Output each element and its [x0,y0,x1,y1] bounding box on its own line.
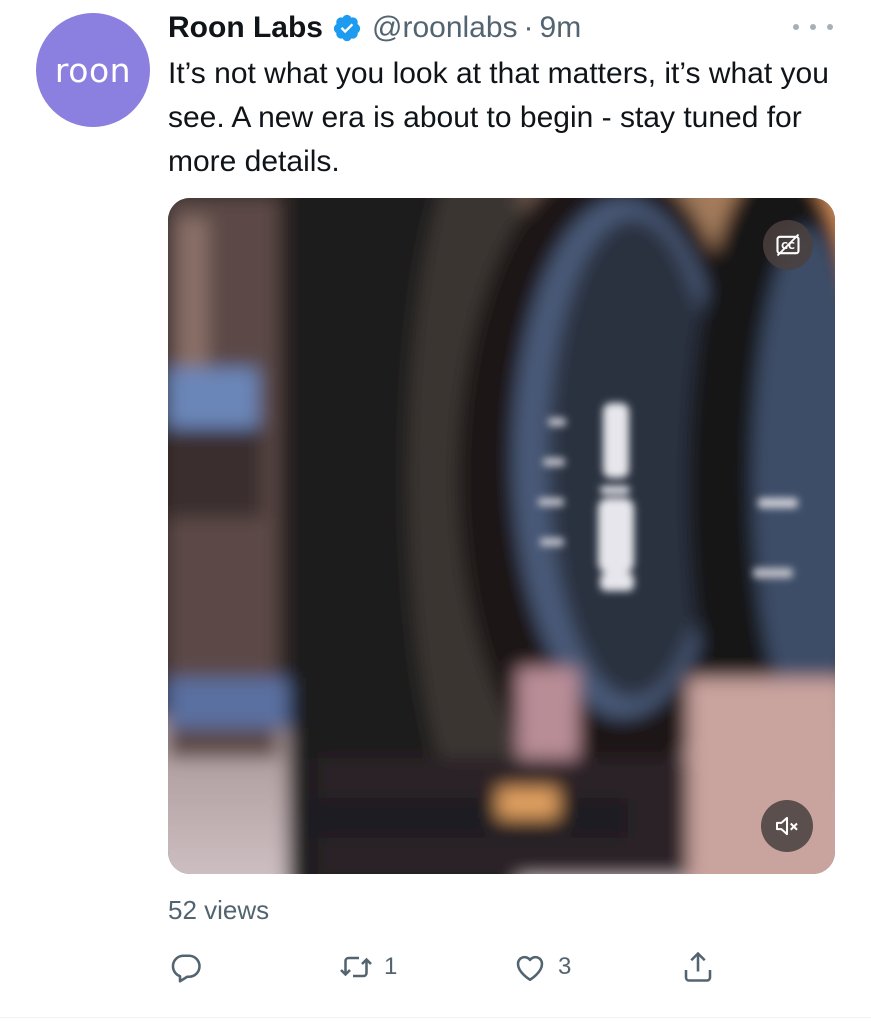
divider [0,1017,871,1018]
captions-button[interactable]: CC [763,220,813,270]
share-button[interactable] [680,945,726,989]
tweet-text: It’s not what you look at that matters, … [168,57,829,178]
display-name[interactable]: Roon Labs [168,11,323,45]
tweet-actions: 1 3 [168,945,728,989]
retweet-icon [340,956,372,978]
retweet-button[interactable]: 1 [338,945,397,989]
reply-button[interactable] [168,945,214,989]
reply-icon [171,954,201,983]
like-count: 3 [558,953,572,980]
unmute-button[interactable] [761,800,813,852]
avatar[interactable]: roon [36,13,150,127]
video-frame [168,198,835,874]
tweet-header: Roon Labs @roonlabs · 9m [168,8,581,48]
cc-icon: CC [776,233,800,257]
heart-icon [516,955,544,982]
video-player[interactable]: CC [168,198,835,874]
separator-dot: · [523,11,534,44]
retweet-count: 1 [384,953,398,980]
verified-badge-icon[interactable] [332,13,362,43]
timestamp[interactable]: 9m [540,11,582,45]
more-options-icon[interactable] [793,17,833,37]
user-handle[interactable]: @roonlabs [372,11,518,45]
share-icon [684,951,712,982]
view-count[interactable]: 52 views [168,895,269,926]
avatar-logo-text: roon [54,50,132,90]
muted-speaker-icon [776,816,798,836]
like-button[interactable]: 3 [512,945,571,989]
